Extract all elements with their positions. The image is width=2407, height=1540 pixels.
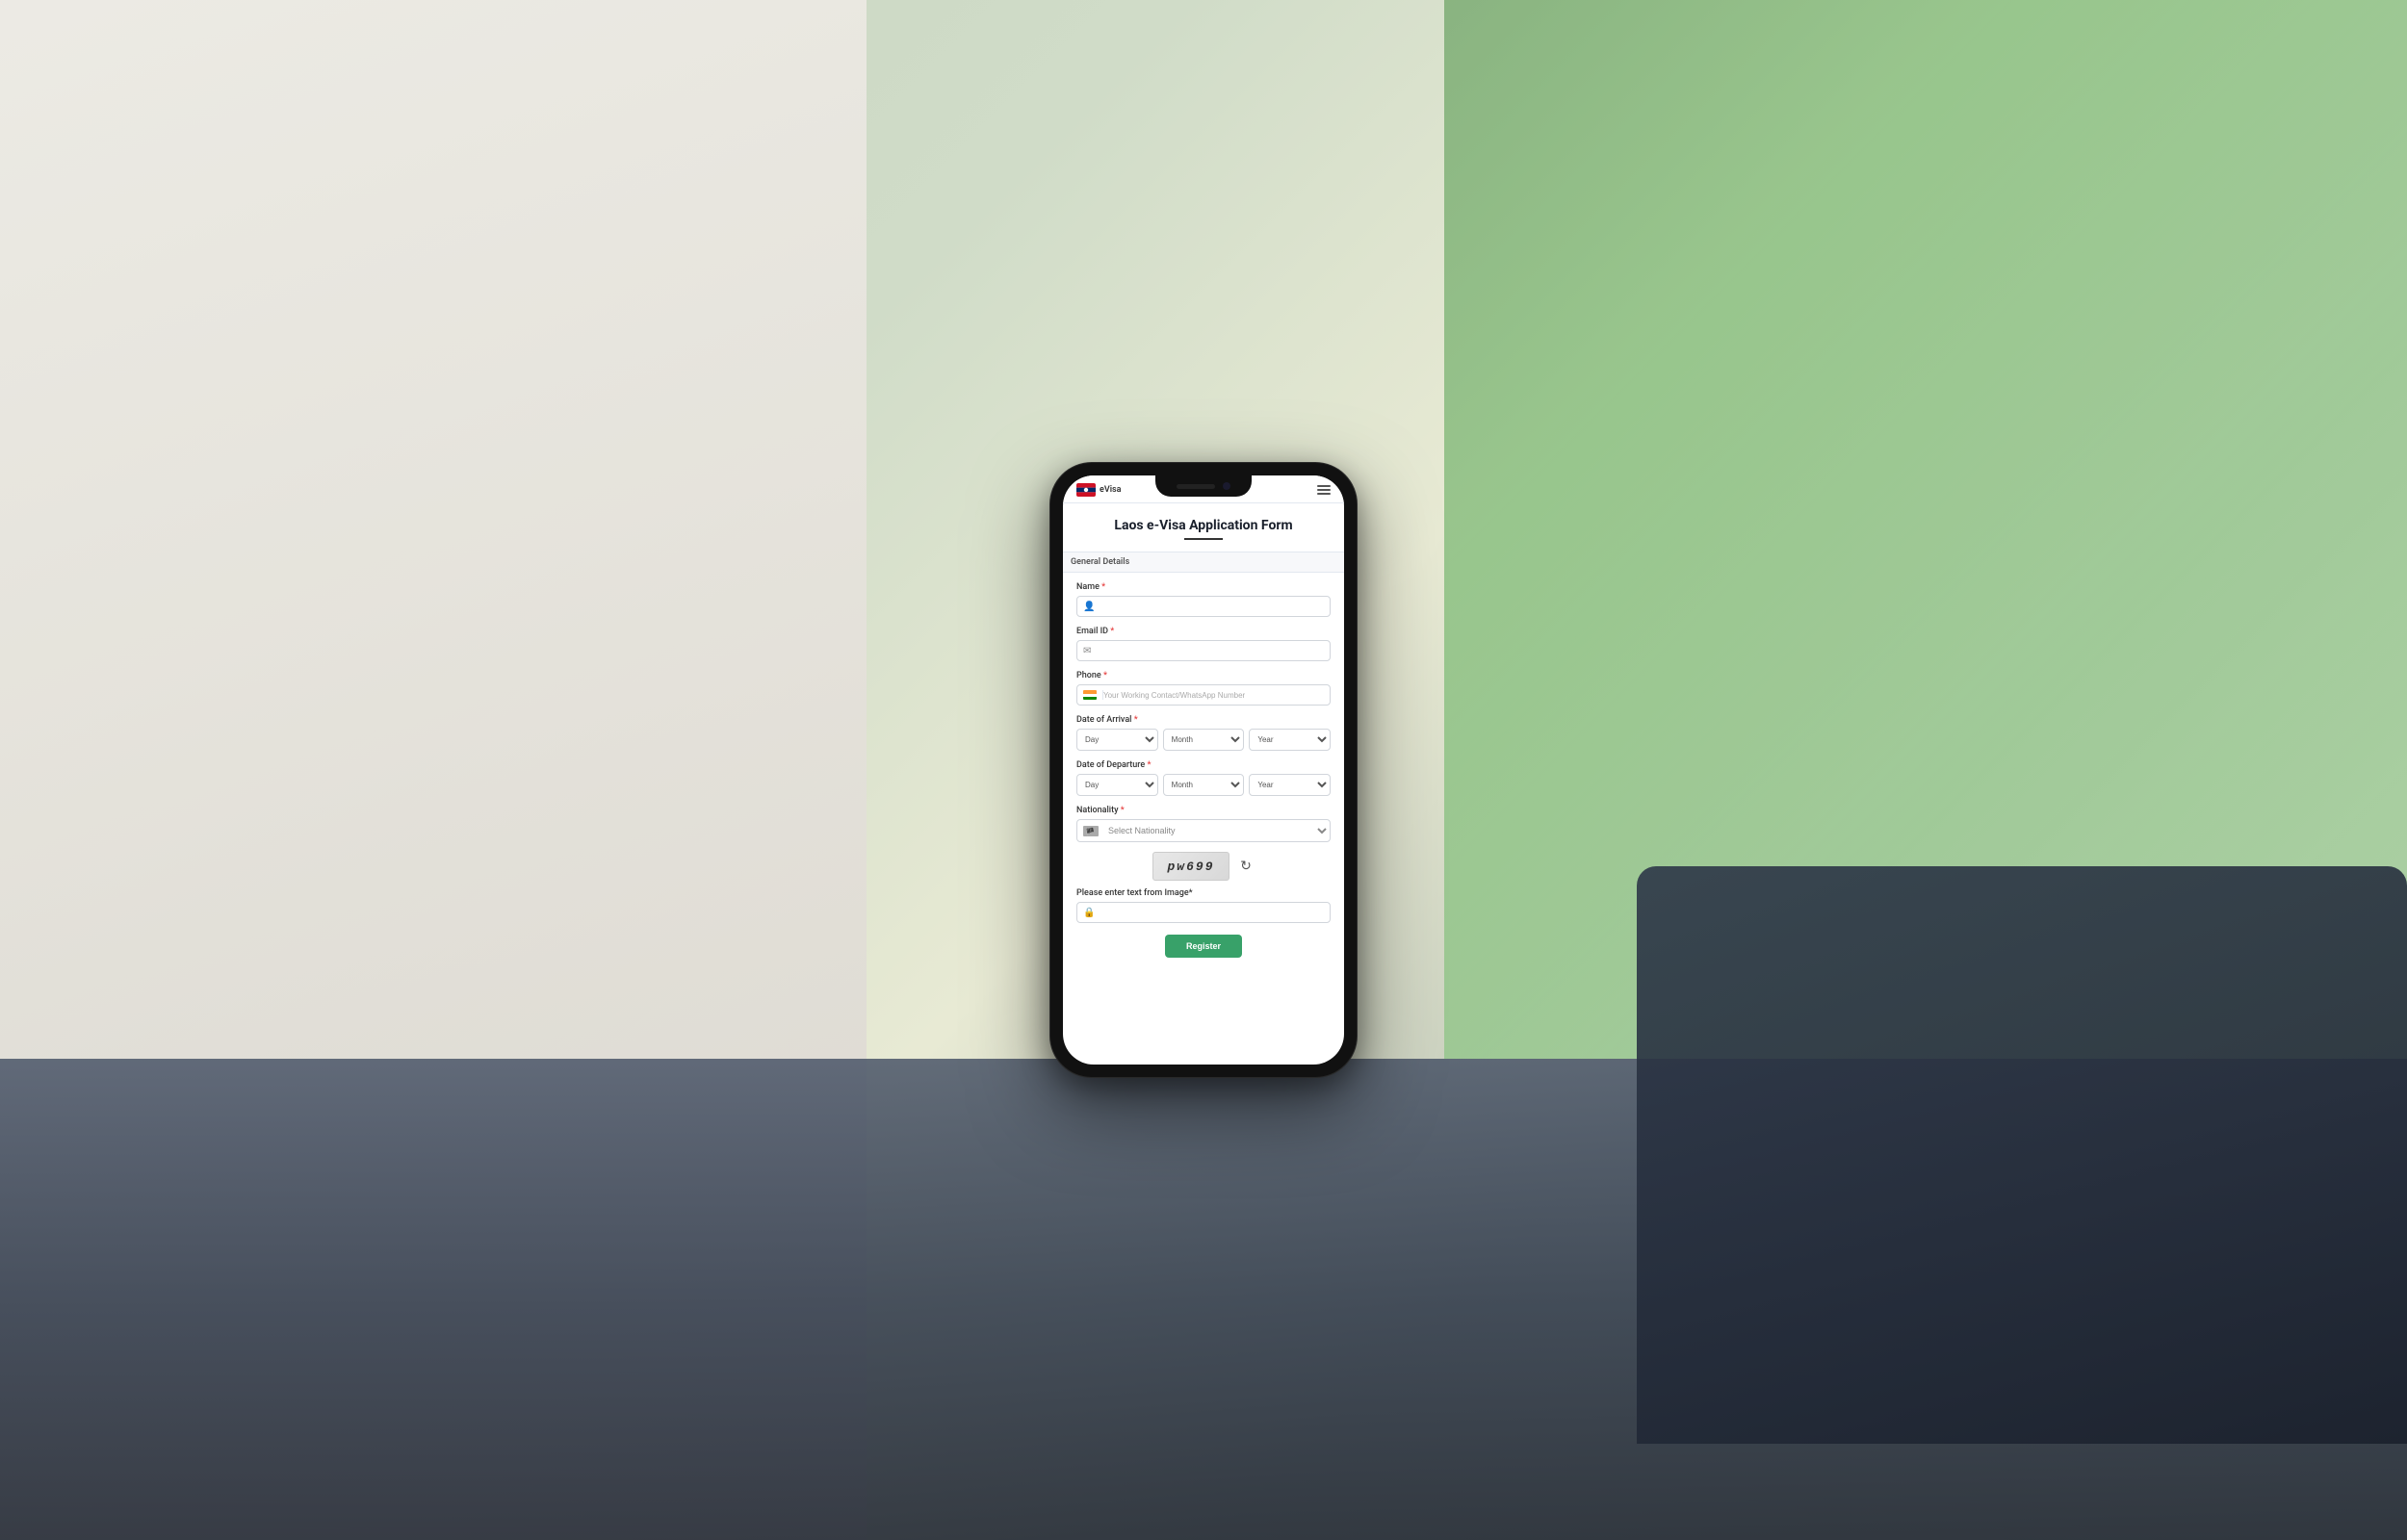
arrival-day-select[interactable]: Day1234567891011121314151617181920212223… [1076,729,1158,751]
departure-date-label: Date of Departure * [1076,760,1331,770]
india-flag-icon [1083,690,1097,700]
nationality-label: Nationality * [1076,806,1331,815]
phone-required-star: * [1103,671,1107,680]
name-field-group: Name * 👤 [1076,582,1331,617]
email-input[interactable] [1097,641,1330,660]
arrival-date-label: Date of Arrival * [1076,715,1331,725]
nav-logo-text: eVisa [1100,485,1122,495]
hamburger-menu-icon[interactable] [1317,485,1331,495]
arrival-date-field-group: Date of Arrival * Day1234567891011121314… [1076,715,1331,751]
captcha-input-label: Please enter text from Image* [1076,888,1331,898]
register-button[interactable]: Register [1165,935,1242,958]
form-title: Laos e-Visa Application Form [1076,517,1331,534]
name-input[interactable] [1100,597,1330,616]
generic-flag-icon: 🏴 [1083,826,1099,836]
phone-input-wrapper [1076,684,1331,706]
departure-date-row: Day1234567891011121314151617181920212223… [1076,774,1331,796]
arrival-required-star: * [1134,715,1138,725]
captcha-input-group: Please enter text from Image* 🔒 [1076,888,1331,923]
nationality-field-group: Nationality * 🏴 Select Nationality [1076,806,1331,842]
lock-icon: 🔒 [1077,908,1100,918]
svg-text:🏴: 🏴 [1085,827,1095,836]
phone-device: eVisa Laos e-Visa Application Form Gener… [1049,462,1358,1078]
menu-line-1 [1317,485,1331,487]
laos-flag-icon [1076,483,1096,497]
arrival-year-select[interactable]: Year2024202520262027 [1249,729,1331,751]
phone-camera [1223,482,1230,490]
phone-label: Phone * [1076,671,1331,680]
arrival-month-select[interactable]: MonthJanuaryFebruaryMarchAprilMayJuneJul… [1163,729,1245,751]
email-icon: ✉ [1077,646,1097,656]
nationality-select[interactable]: Select Nationality Afghan Albanian Ameri… [1104,820,1330,841]
nationality-flag-icon: 🏴 [1077,822,1104,840]
departure-month-select[interactable]: MonthJanuaryFebruaryMarchAprilMayJuneJul… [1163,774,1245,796]
phone-field-group: Phone * [1076,671,1331,706]
email-field-group: Email ID * ✉ [1076,627,1331,661]
email-label: Email ID * [1076,627,1331,636]
captcha-input-wrapper: 🔒 [1076,902,1331,923]
flag-green-strip [1083,697,1097,700]
phone-screen: eVisa Laos e-Visa Application Form Gener… [1063,475,1344,1065]
departure-day-select[interactable]: Day1234567891011121314151617181920212223… [1076,774,1158,796]
name-input-wrapper: 👤 [1076,596,1331,617]
arrival-date-row: Day1234567891011121314151617181920212223… [1076,729,1331,751]
captcha-area: pw699 ↻ [1076,852,1331,881]
background-laptop [1637,866,2407,1444]
nationality-required-star: * [1121,806,1125,815]
departure-date-field-group: Date of Departure * Day12345678910111213… [1076,760,1331,796]
phone-country-prefix [1077,690,1103,700]
phone-input[interactable] [1103,685,1330,705]
captcha-input[interactable] [1100,903,1330,922]
menu-line-2 [1317,489,1331,491]
departure-required-star: * [1147,760,1151,770]
name-required-star: * [1101,582,1105,592]
menu-line-3 [1317,493,1331,495]
nationality-wrapper: 🏴 Select Nationality Afghan Albanian Ame… [1076,819,1331,842]
title-underline [1184,538,1223,540]
nav-logo: eVisa [1076,483,1122,497]
captcha-image: pw699 [1152,852,1229,881]
email-required-star: * [1110,627,1114,636]
departure-year-select[interactable]: Year2024202520262027 [1249,774,1331,796]
phone-body: eVisa Laos e-Visa Application Form Gener… [1049,462,1358,1078]
section-label-general: General Details [1063,552,1344,573]
form-scroll-area[interactable]: Laos e-Visa Application Form General Det… [1063,503,1344,1065]
email-input-wrapper: ✉ [1076,640,1331,661]
phone-notch [1155,475,1252,497]
name-label: Name * [1076,582,1331,592]
captcha-refresh-button[interactable]: ↻ [1237,858,1255,875]
phone-speaker [1177,484,1215,489]
person-icon: 👤 [1077,602,1100,612]
